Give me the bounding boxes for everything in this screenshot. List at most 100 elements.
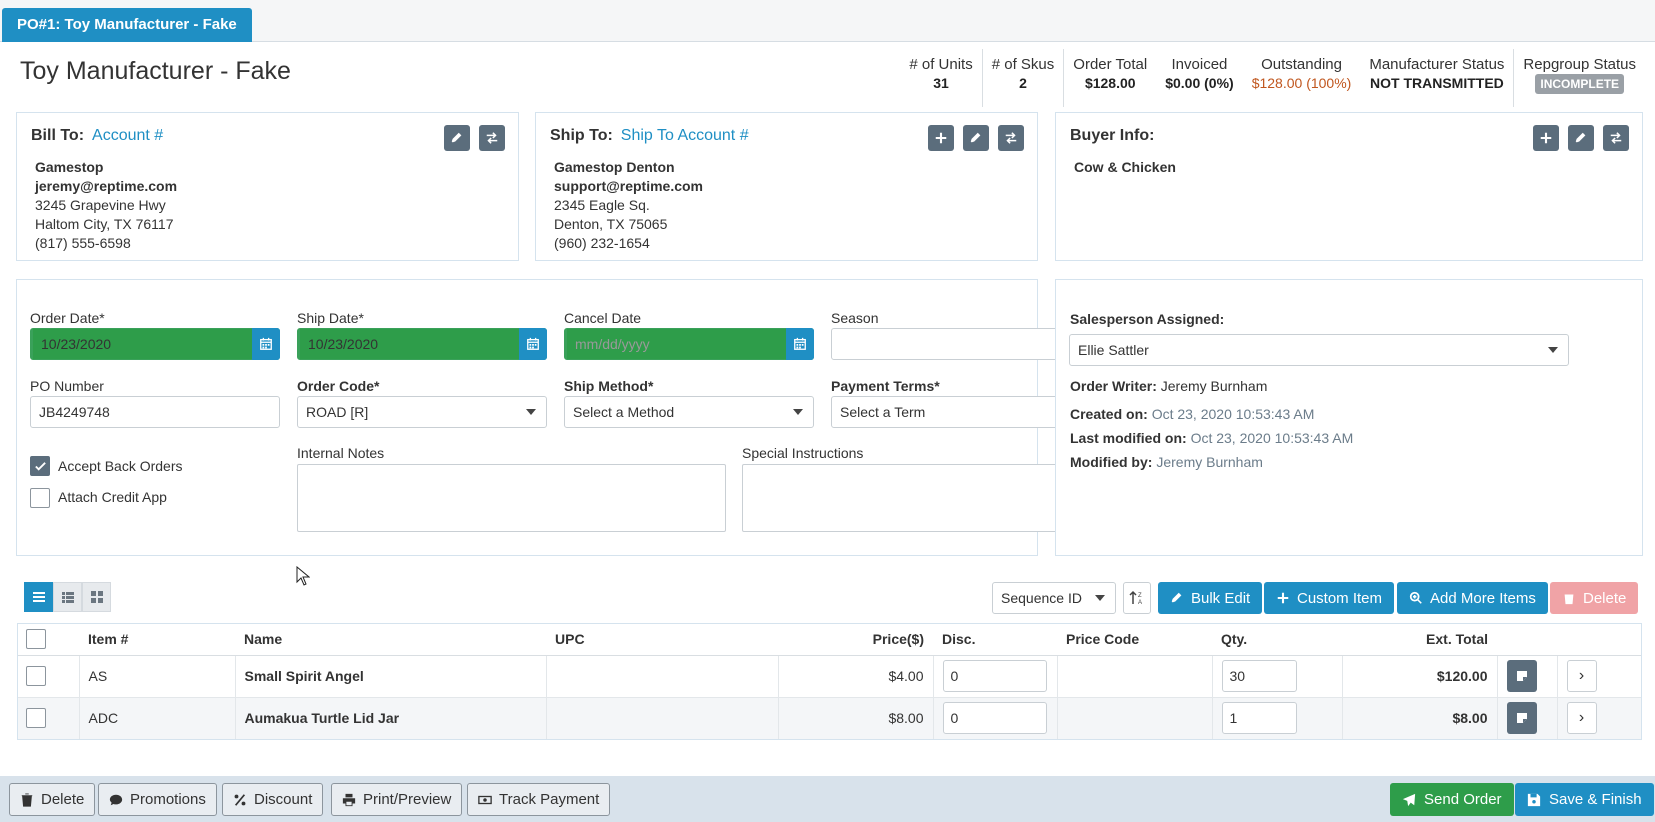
grid-view-button[interactable] <box>82 582 111 612</box>
col-item: Item # <box>79 623 235 656</box>
stat-label: Order Total <box>1073 56 1148 73</box>
page-title: Toy Manufacturer - Fake <box>20 57 291 85</box>
track-payment-button[interactable]: Track Payment <box>467 783 611 816</box>
trash-icon <box>1563 591 1575 605</box>
select-all-checkbox[interactable] <box>26 628 46 649</box>
status-badge: INCOMPLETE <box>1535 74 1625 94</box>
switch-button[interactable] <box>479 125 505 151</box>
table-header-row: Item # Name UPC Price($) Disc. Price Cod… <box>17 623 1642 656</box>
discount-input[interactable]: 0 <box>942 660 1047 692</box>
item-upc <box>546 655 779 698</box>
add-more-items-button[interactable]: Add More Items <box>1397 582 1548 614</box>
salesperson-label-text: Salesperson Assigned: <box>1070 311 1225 327</box>
stat-value: 31 <box>933 75 949 91</box>
note-button[interactable] <box>1506 660 1537 692</box>
ship-date-value: 10/23/2020 <box>308 336 379 352</box>
save-finish-button[interactable]: Save & Finish <box>1515 783 1654 816</box>
ship-date-picker-button[interactable] <box>519 328 547 360</box>
season-input[interactable] <box>831 328 1081 360</box>
col-qty: Qty. <box>1212 623 1342 656</box>
delete-items-button[interactable]: Delete <box>1550 582 1639 614</box>
exchange-icon <box>1005 132 1017 144</box>
row-checkbox[interactable] <box>26 666 46 686</box>
discount-input[interactable]: 0 <box>942 702 1047 734</box>
payment-terms-select[interactable]: Select a Term <box>831 396 1081 428</box>
quantity-input[interactable]: 1 <box>1221 702 1297 734</box>
promotions-button[interactable]: Promotions <box>98 783 217 816</box>
salesperson-select[interactable]: Ellie Sattler <box>1069 334 1569 366</box>
search-plus-icon <box>1409 591 1422 604</box>
modified-by-value: Jeremy Burnham <box>1156 454 1263 470</box>
stat-label: Outstanding <box>1261 56 1342 73</box>
ship-to-account-link[interactable]: Ship To Account # <box>621 127 749 144</box>
item-price: $8.00 <box>778 697 934 740</box>
edit-button[interactable] <box>1568 125 1594 151</box>
city: Haltom City, TX 76117 <box>35 216 174 232</box>
row-checkbox[interactable] <box>26 708 46 728</box>
add-button[interactable] <box>1533 125 1559 151</box>
sort-select[interactable]: Sequence ID <box>992 582 1116 614</box>
po-number-input[interactable]: JB4249748 <box>30 396 280 428</box>
sort-value: Sequence ID <box>1001 590 1082 606</box>
item-price-code <box>1057 697 1213 740</box>
print-preview-button[interactable]: Print/Preview <box>331 783 463 816</box>
cancel-date-field[interactable]: mm/dd/yyyy <box>564 328 814 360</box>
edit-button[interactable] <box>963 125 989 151</box>
bulk-edit-button[interactable]: Bulk Edit <box>1158 582 1263 614</box>
ship-method-select[interactable]: Select a Method <box>564 396 814 428</box>
sticky-note-icon <box>1516 713 1527 723</box>
switch-button[interactable] <box>998 125 1024 151</box>
order-date-picker-button[interactable] <box>252 328 280 360</box>
item-price: $4.00 <box>778 655 934 698</box>
cancel-date-label: Cancel Date <box>564 310 642 326</box>
order-code-select[interactable]: ROAD [R] <box>297 396 547 428</box>
quantity-input[interactable]: 30 <box>1221 660 1297 692</box>
modified-line: Last modified on: Oct 23, 2020 10:53:43 … <box>1070 430 1353 446</box>
svg-text:Z: Z <box>1138 593 1142 599</box>
order-writer-value: Jeremy Burnham <box>1160 378 1268 394</box>
stat-value: $0.00 (0%) <box>1165 75 1234 91</box>
bulk-edit-label: Bulk Edit <box>1191 589 1251 607</box>
stat-label: # of Units <box>909 56 973 73</box>
stat-label: Repgroup Status <box>1523 56 1636 73</box>
note-button[interactable] <box>1506 702 1537 734</box>
delete-order-button[interactable]: Delete <box>9 783 96 816</box>
custom-item-button[interactable]: Custom Item <box>1264 582 1395 614</box>
item-price-code <box>1057 655 1213 698</box>
special-instructions-textarea[interactable] <box>742 464 1081 532</box>
accept-back-orders-checkbox[interactable] <box>30 456 50 476</box>
plus-icon <box>1277 592 1289 604</box>
item-upc <box>546 697 779 740</box>
col-name: Name <box>235 623 546 656</box>
attach-credit-app-checkbox[interactable] <box>30 488 50 508</box>
ship-date-field[interactable]: 10/23/2020 <box>297 328 547 360</box>
percent-icon <box>234 793 246 806</box>
internal-notes-textarea[interactable] <box>297 464 726 532</box>
order-date-label: Order Date* <box>30 310 105 326</box>
chevron-down-icon <box>793 409 803 415</box>
send-order-button[interactable]: Send Order <box>1390 783 1514 816</box>
buyer-details: Cow & Chicken <box>1074 158 1176 177</box>
tab-po[interactable]: PO#1: Toy Manufacturer - Fake <box>2 8 252 42</box>
switch-button[interactable] <box>1603 125 1629 151</box>
detail-view-button[interactable] <box>53 582 82 612</box>
stat-skus: # of Skus 2 <box>981 49 1064 107</box>
order-date-field[interactable]: 10/23/2020 <box>30 328 280 360</box>
pencil-icon <box>1575 132 1586 143</box>
row-details-button[interactable]: › <box>1566 660 1597 692</box>
cancel-date-picker-button[interactable] <box>786 328 814 360</box>
sort-direction-button[interactable]: ZA <box>1123 582 1151 614</box>
add-button[interactable] <box>928 125 954 151</box>
order-code-label: Order Code* <box>297 378 380 394</box>
chevron-right-icon: › <box>1578 667 1585 684</box>
edit-button[interactable] <box>444 125 470 151</box>
table-row: AS Small Spirit Angel $4.00 0 30 $120.00… <box>17 655 1642 698</box>
col-disc: Disc. <box>933 623 1057 656</box>
delete-order-label: Delete <box>41 791 85 808</box>
account-link[interactable]: Account # <box>92 127 163 144</box>
row-details-button[interactable]: › <box>1566 702 1597 734</box>
list-icon <box>32 592 45 602</box>
list-view-button[interactable] <box>24 582 53 612</box>
chevron-down-icon <box>526 409 536 415</box>
discount-button[interactable]: Discount <box>222 783 324 816</box>
